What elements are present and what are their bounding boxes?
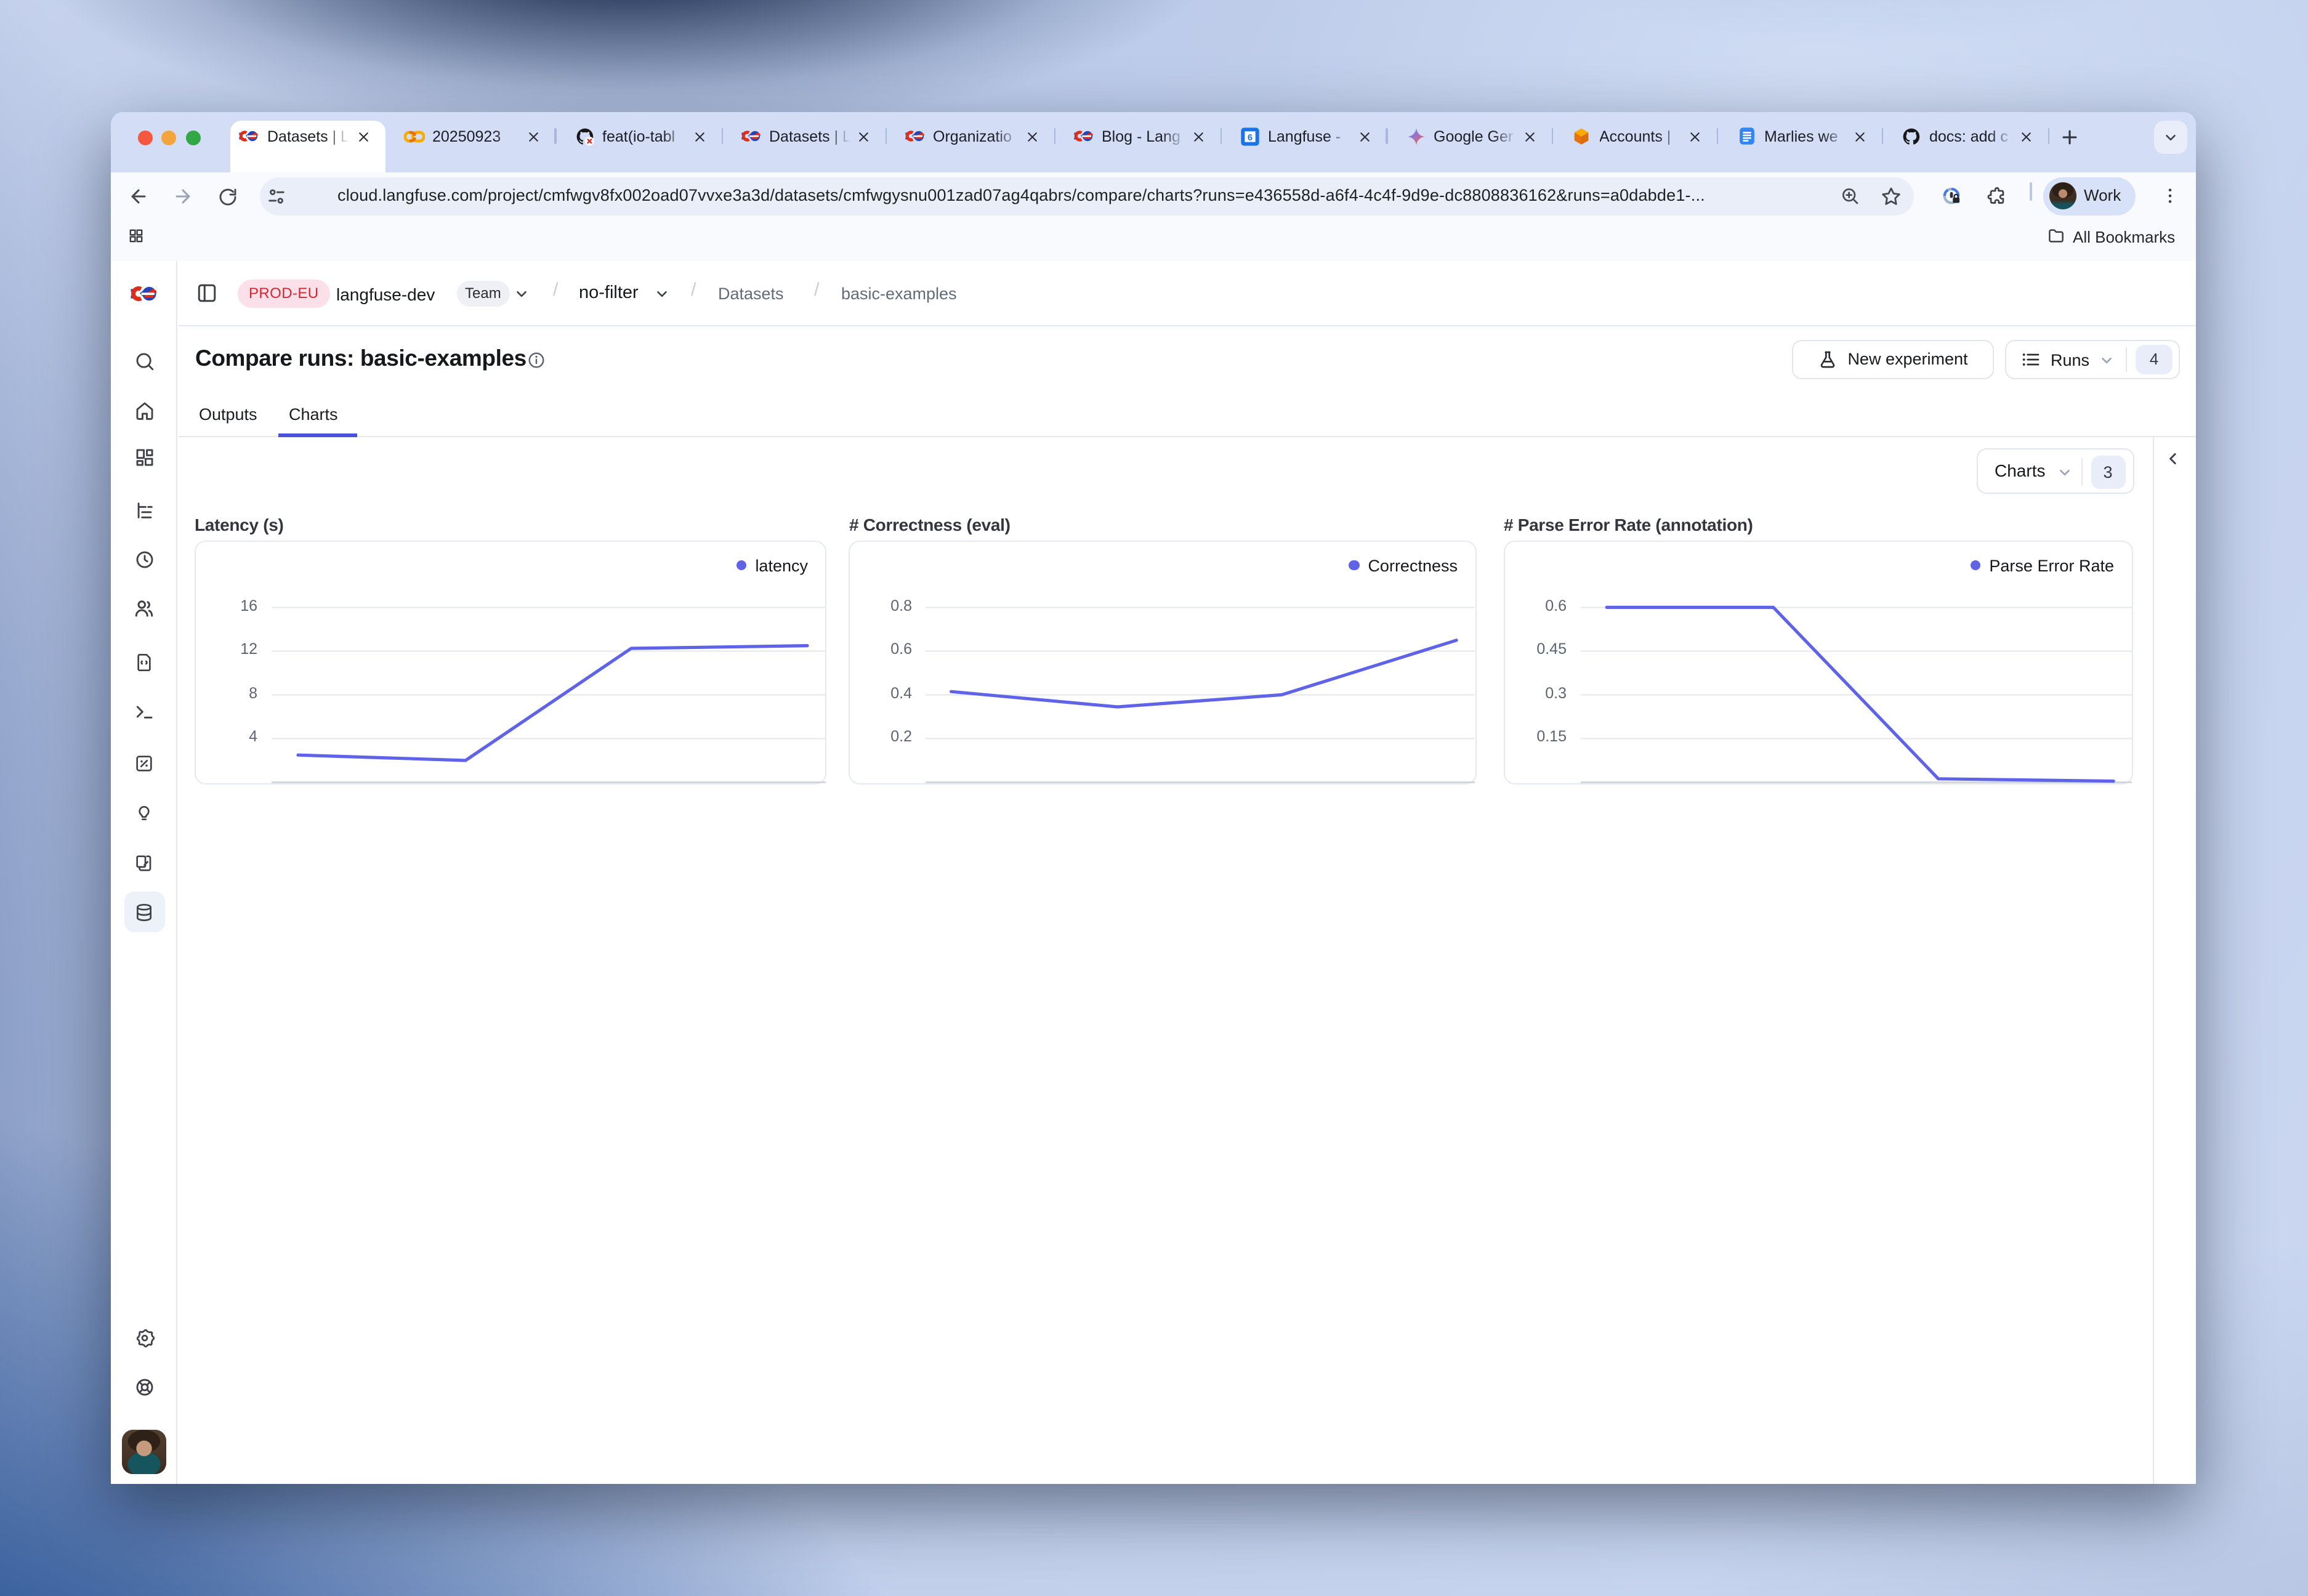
svg-text:6: 6 (1248, 132, 1253, 142)
